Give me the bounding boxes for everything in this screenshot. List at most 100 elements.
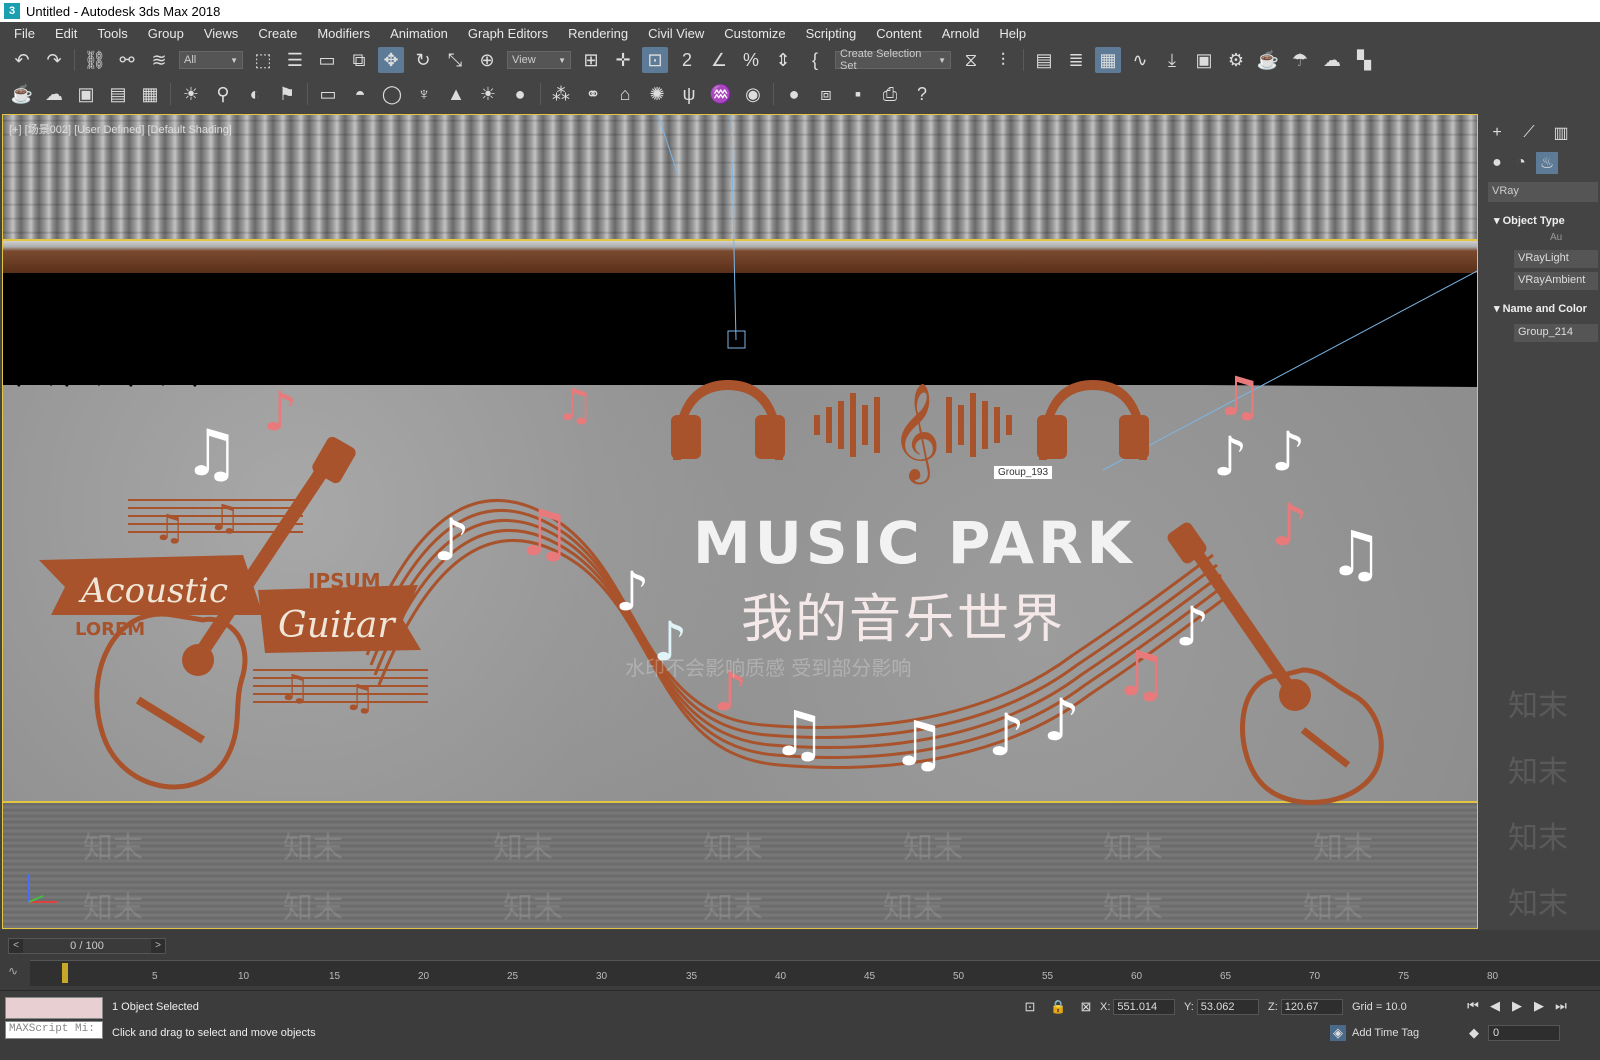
current-frame-field[interactable]: 0 <box>1488 1025 1560 1041</box>
menu-help[interactable]: Help <box>989 26 1036 41</box>
menu-modifiers[interactable]: Modifiers <box>307 26 380 41</box>
absolute-mode-icon[interactable]: ⊠ <box>1078 999 1094 1015</box>
material-convert-icon[interactable]: ⧈ <box>813 81 839 107</box>
y-field[interactable]: 53.062 <box>1196 999 1259 1015</box>
render-elements-icon[interactable]: ▤ <box>105 81 131 107</box>
material-editor-icon[interactable]: ▣ <box>1191 47 1217 73</box>
half-moon-icon[interactable]: ◐ <box>242 81 268 107</box>
window-crossing-icon[interactable]: ⧉ <box>346 47 372 73</box>
menu-tools[interactable]: Tools <box>87 26 137 41</box>
select-and-scale-icon[interactable]: ⤡ <box>442 47 468 73</box>
menu-edit[interactable]: Edit <box>45 26 87 41</box>
fur-icon[interactable]: ⁂ <box>548 81 574 107</box>
object-name-field[interactable]: Group_214 <box>1514 324 1598 342</box>
undo-icon[interactable]: ↶ <box>9 47 35 73</box>
vraylight-button[interactable]: VRayLight <box>1514 250 1598 268</box>
menu-animation[interactable]: Animation <box>380 26 458 41</box>
select-object-icon[interactable]: ⬚ <box>250 47 276 73</box>
chevron-left-icon[interactable]: < <box>9 939 23 953</box>
render-in-cloud-icon[interactable]: ▚ <box>1351 47 1377 73</box>
sphere-light-icon[interactable]: ◯ <box>379 81 405 107</box>
plane-light-icon[interactable]: ▭ <box>315 81 341 107</box>
dome-light-icon[interactable]: ◓ <box>347 81 373 107</box>
render-production-icon[interactable]: ☂ <box>1287 47 1313 73</box>
create-tab-icon[interactable]: + <box>1486 122 1508 144</box>
schematic-view-icon[interactable]: ⤓ <box>1159 47 1185 73</box>
modify-tab-icon[interactable]: ⟋ <box>1518 122 1540 144</box>
select-and-move-icon[interactable]: ✥ <box>378 47 404 73</box>
physical-camera-icon[interactable]: ⚑ <box>274 81 300 107</box>
select-and-rotate-icon[interactable]: ↻ <box>410 47 436 73</box>
ambient-light-icon[interactable]: ● <box>507 81 533 107</box>
autogrid-label[interactable]: Au <box>1550 232 1562 243</box>
rollout-name-and-color[interactable]: ▾ Name and Color <box>1488 298 1600 318</box>
hierarchy-tab-icon[interactable]: ▥ <box>1550 122 1572 144</box>
frame-buffer-icon[interactable]: ▣ <box>73 81 99 107</box>
menu-file[interactable]: File <box>4 26 45 41</box>
mirror-icon[interactable]: ⧖ <box>958 47 984 73</box>
selection-filter-dropdown[interactable]: All ▼ <box>179 51 243 69</box>
sun-light-icon[interactable]: ☀ <box>475 81 501 107</box>
x-field[interactable]: 551.014 <box>1113 999 1176 1015</box>
menu-arnold[interactable]: Arnold <box>932 26 990 41</box>
curve-editor-mini-icon[interactable]: ∿ <box>8 964 18 978</box>
menu-rendering[interactable]: Rendering <box>558 26 638 41</box>
rollout-object-type[interactable]: ▾ Object Type <box>1488 210 1600 230</box>
rectangular-selection-icon[interactable]: ▭ <box>314 47 340 73</box>
menu-create[interactable]: Create <box>248 26 307 41</box>
add-time-tag-button[interactable]: Add Time Tag <box>1352 1027 1419 1039</box>
shapes-icon[interactable]: ◔ <box>1510 152 1532 174</box>
time-marker[interactable] <box>62 963 68 983</box>
go-to-start-icon[interactable]: ⏮ <box>1462 997 1484 1015</box>
teapot-icon[interactable]: ☕ <box>9 81 35 107</box>
percent-snap-icon[interactable]: % <box>738 47 764 73</box>
lights-icon[interactable]: ♨ <box>1536 152 1558 174</box>
play-icon[interactable]: ▶ <box>1506 997 1528 1015</box>
time-slider[interactable]: < 0 / 100 > <box>8 938 166 954</box>
select-by-name-icon[interactable]: ☰ <box>282 47 308 73</box>
render-region-icon[interactable]: ▪ <box>845 81 871 107</box>
redo-icon[interactable]: ↷ <box>41 47 67 73</box>
curve-editor-icon[interactable]: ∿ <box>1127 47 1153 73</box>
fur-object-icon[interactable]: ✺ <box>644 81 670 107</box>
menu-customize[interactable]: Customize <box>714 26 795 41</box>
hair-icon[interactable]: ♒ <box>708 81 734 107</box>
align-icon[interactable]: ⫶ <box>990 47 1016 73</box>
manipulate-icon[interactable]: ✛ <box>610 47 636 73</box>
bind-space-warp-icon[interactable]: ≋ <box>146 47 172 73</box>
next-frame-icon[interactable]: ▶ <box>1528 997 1550 1015</box>
menu-graph-editors[interactable]: Graph Editors <box>458 26 558 41</box>
help-icon[interactable]: ? <box>909 81 935 107</box>
reference-coordinate-dropdown[interactable]: View ▼ <box>507 51 571 69</box>
go-to-end-icon[interactable]: ⏭ <box>1550 997 1572 1015</box>
pivot-center-icon[interactable]: ⊞ <box>578 47 604 73</box>
maxscript-listener-input[interactable]: MAXScript Mi: <box>5 1021 103 1039</box>
color-swatch[interactable] <box>5 997 103 1019</box>
angle-snap-icon[interactable]: ∠ <box>706 47 732 73</box>
geometry-icon[interactable]: ● <box>1486 152 1508 174</box>
rendered-frame-window-icon[interactable]: ☕ <box>1255 47 1281 73</box>
light-lister-icon[interactable]: ☀ <box>178 81 204 107</box>
ribbon-toggle-icon[interactable]: ▦ <box>1095 47 1121 73</box>
chevron-right-icon[interactable]: > <box>151 939 165 953</box>
render-table-icon[interactable]: ▦ <box>137 81 163 107</box>
unlink-icon[interactable]: ⚯ <box>114 47 140 73</box>
time-tag-icon[interactable]: ◈ <box>1330 1025 1346 1041</box>
snaps-toggle-icon[interactable]: 2 <box>674 47 700 73</box>
timeline-track[interactable]: 5 10 15 20 25 30 35 40 45 50 55 60 65 70… <box>30 960 1600 986</box>
previous-frame-icon[interactable]: ◀ <box>1484 997 1506 1015</box>
menu-group[interactable]: Group <box>138 26 194 41</box>
menu-civil-view[interactable]: Civil View <box>638 26 714 41</box>
grass-icon[interactable]: ψ <box>676 81 702 107</box>
render-setup-icon[interactable]: ⚙ <box>1223 47 1249 73</box>
menu-views[interactable]: Views <box>194 26 248 41</box>
isolate-selection-icon[interactable]: ⊡ <box>1022 999 1038 1015</box>
lock-icon[interactable]: 🔒 <box>1050 999 1066 1015</box>
layer-manager-icon[interactable]: ▤ <box>1031 47 1057 73</box>
edit-named-selection-icon[interactable]: { <box>802 47 828 73</box>
sphere-icon[interactable]: ● <box>781 81 807 107</box>
named-selection-dropdown[interactable]: Create Selection Set ▼ <box>835 48 951 72</box>
menu-scripting[interactable]: Scripting <box>796 26 867 41</box>
plane-icon[interactable]: ⌂ <box>612 81 638 107</box>
spinner-snap-icon[interactable]: ⇕ <box>770 47 796 73</box>
